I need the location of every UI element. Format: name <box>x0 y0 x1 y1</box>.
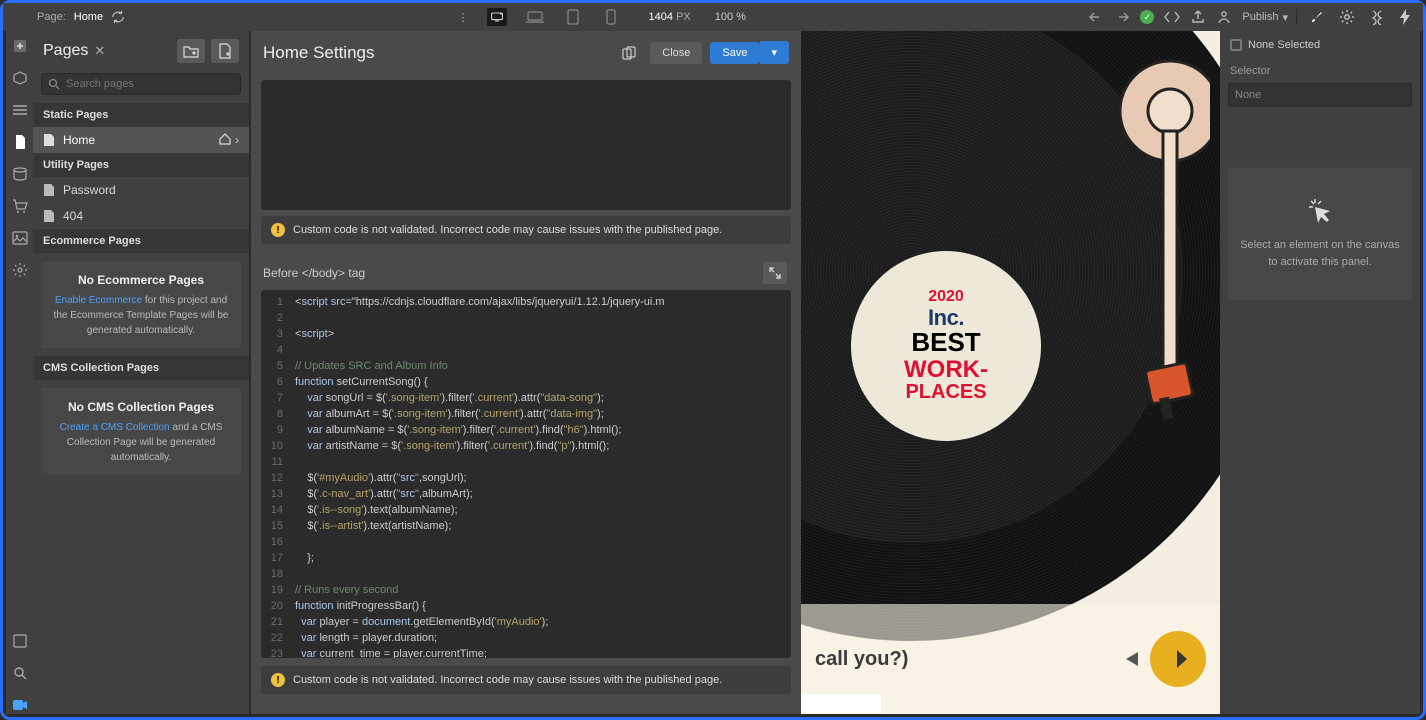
status-ok-icon[interactable]: ✓ <box>1140 10 1154 24</box>
refresh-icon[interactable] <box>111 10 125 24</box>
new-page-button[interactable] <box>211 39 239 63</box>
warning-text: Custom code is not validated. Incorrect … <box>293 674 722 686</box>
pages-search-input[interactable] <box>66 78 234 90</box>
page-settings-panel: Home Settings Close Save ▾ ! Custom code… <box>251 31 801 714</box>
selector-input[interactable]: None <box>1228 83 1412 107</box>
page-doc-icon <box>43 209 55 223</box>
page-item-password[interactable]: Password <box>33 177 249 203</box>
device-switcher: 1404 PX 100 % <box>477 8 756 26</box>
page-item-home[interactable]: Home › <box>33 127 249 153</box>
style-panel-empty-state: Select an element on the canvas to activ… <box>1228 167 1412 300</box>
new-folder-button[interactable] <box>177 39 205 63</box>
create-cms-link[interactable]: Create a CMS Collection <box>60 422 170 433</box>
search-icon <box>48 78 60 90</box>
search-rail-icon[interactable] <box>11 664 29 682</box>
symbols-icon[interactable] <box>11 69 29 87</box>
gear-icon[interactable] <box>1339 9 1355 25</box>
save-dropdown-button[interactable]: ▾ <box>759 41 789 64</box>
none-selected-label: None Selected <box>1248 39 1320 51</box>
device-laptop-icon[interactable] <box>525 8 545 26</box>
video-icon[interactable] <box>11 696 29 714</box>
code-icon[interactable] <box>1164 9 1180 25</box>
pointer-click-icon <box>1307 197 1333 227</box>
expand-editor-button[interactable] <box>763 262 787 284</box>
style-panel: None Selected Selector None Select an el… <box>1220 31 1420 714</box>
pages-search[interactable] <box>41 73 241 95</box>
lightning-icon[interactable] <box>1399 9 1411 25</box>
device-tablet-icon[interactable] <box>563 8 583 26</box>
assets-icon[interactable] <box>11 229 29 247</box>
chevron-down-icon: ▾ <box>1282 11 1288 24</box>
undo-icon[interactable] <box>1088 9 1104 25</box>
interactions-icon[interactable] <box>1369 9 1385 25</box>
settings-title: Home Settings <box>263 43 375 63</box>
page-item-label: Password <box>63 183 116 197</box>
export-icon[interactable] <box>1190 9 1206 25</box>
human-icon[interactable] <box>1216 9 1232 25</box>
audit-icon[interactable] <box>11 632 29 650</box>
code-warning: ! Custom code is not validated. Incorrec… <box>261 216 791 244</box>
enable-ecommerce-link[interactable]: Enable Ecommerce <box>55 295 142 306</box>
publish-button[interactable]: Publish ▾ <box>1242 11 1288 24</box>
warning-icon: ! <box>271 223 285 237</box>
pages-icon[interactable] <box>11 133 29 151</box>
page-item-404[interactable]: 404 <box>33 203 249 229</box>
zoom-level[interactable]: 100 % <box>709 11 746 23</box>
prev-track-icon[interactable] <box>1120 649 1140 669</box>
close-panel-icon[interactable]: ✕ <box>94 43 105 59</box>
selector-label: Selector <box>1220 59 1420 83</box>
section-static-pages: Static Pages <box>33 103 249 127</box>
empty-state-text: Select an element on the canvas to activ… <box>1238 237 1402 270</box>
redo-icon[interactable] <box>1114 9 1130 25</box>
page-label: Page: <box>37 11 66 23</box>
before-body-label: Before </body> tag <box>263 266 365 280</box>
page-item-label: Home <box>63 133 95 147</box>
head-code-editor[interactable] <box>261 80 791 210</box>
chevron-right-icon[interactable]: › <box>235 133 239 147</box>
pages-panel-title: Pages <box>43 42 88 60</box>
page-doc-icon <box>43 183 55 197</box>
device-desktop-icon[interactable] <box>487 8 507 26</box>
ecommerce-helper-title: No Ecommerce Pages <box>51 271 231 289</box>
section-utility-pages: Utility Pages <box>33 153 249 177</box>
design-canvas[interactable]: 2020 Inc. BEST WORK- PLACES call you?) <box>801 31 1220 714</box>
viewport-width[interactable]: 1404 PX <box>639 11 691 23</box>
progress-bar[interactable] <box>801 694 881 714</box>
duplicate-icon[interactable] <box>622 46 636 60</box>
top-bar: Page: Home ⋮ 1404 PX 100 % ✓ Publish ▾ <box>3 3 1423 31</box>
home-icon <box>219 133 231 145</box>
navigator-icon[interactable] <box>11 101 29 119</box>
current-page-name[interactable]: Home <box>74 11 103 23</box>
ecommerce-icon[interactable] <box>11 197 29 215</box>
close-button[interactable]: Close <box>650 42 702 64</box>
page-item-label: 404 <box>63 209 83 223</box>
settings-rail-icon[interactable] <box>11 261 29 279</box>
body-code-editor[interactable]: 1234567891011121314151617181920212223 <s… <box>261 290 791 658</box>
left-rail <box>6 31 33 714</box>
device-mobile-icon[interactable] <box>601 8 621 26</box>
ecommerce-helper: No Ecommerce Pages Enable Ecommerce for … <box>41 261 241 348</box>
code-warning: ! Custom code is not validated. Incorrec… <box>261 666 791 694</box>
checkbox-empty-icon[interactable] <box>1230 39 1242 51</box>
record-label-graphic: 2020 Inc. BEST WORK- PLACES <box>851 251 1041 441</box>
play-button[interactable] <box>1150 631 1206 687</box>
save-button[interactable]: Save <box>710 42 759 64</box>
more-menu-icon[interactable]: ⋮ <box>458 11 477 24</box>
warning-text: Custom code is not validated. Incorrect … <box>293 224 722 236</box>
cms-helper: No CMS Collection Pages Create a CMS Col… <box>41 388 241 475</box>
cms-icon[interactable] <box>11 165 29 183</box>
page-doc-icon <box>43 133 55 147</box>
warning-icon: ! <box>271 673 285 687</box>
brush-icon[interactable] <box>1309 9 1325 25</box>
pages-panel: Pages ✕ Static Pages Home › Utility Page… <box>33 31 249 714</box>
section-ecommerce-pages: Ecommerce Pages <box>33 229 249 253</box>
add-element-icon[interactable] <box>11 37 29 55</box>
song-title: call you?) <box>815 648 908 671</box>
section-cms-pages: CMS Collection Pages <box>33 356 249 380</box>
cms-helper-title: No CMS Collection Pages <box>51 398 231 416</box>
